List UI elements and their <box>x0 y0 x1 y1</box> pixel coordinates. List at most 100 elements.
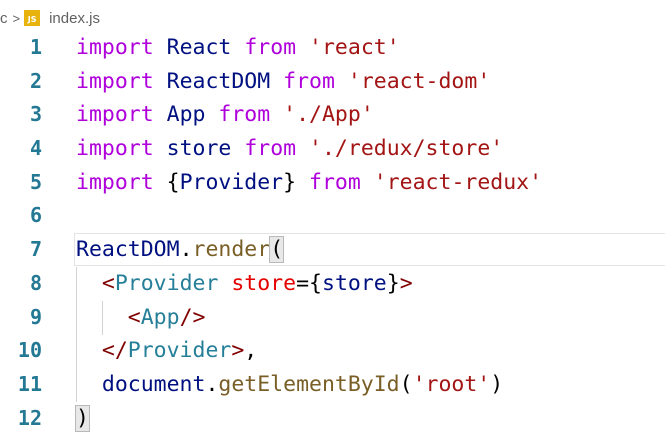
code-line[interactable]: 8 <Provider store={store}> <box>0 267 665 301</box>
code-token: store <box>322 270 387 296</box>
code-text: import {Provider} from 'react-redux' <box>76 166 542 200</box>
chevron-right-icon: > <box>12 10 21 26</box>
line-number: 10 <box>17 338 42 363</box>
code-text: <Provider store={store}> <box>76 267 413 301</box>
code-text: document.getElementById('root') <box>76 368 503 402</box>
code-token: import <box>76 102 154 128</box>
code-text: ReactDOM.render( <box>76 233 285 267</box>
line-number: 6 <box>29 203 42 228</box>
code-token: = <box>296 270 310 296</box>
code-line[interactable]: 9 <App/> <box>0 301 665 335</box>
line-number: 3 <box>29 102 42 127</box>
line-number: 2 <box>29 68 42 93</box>
code-token: . <box>179 237 193 263</box>
indent-guide <box>76 267 77 402</box>
line-number: 5 <box>29 169 42 194</box>
code-token: React <box>166 35 232 60</box>
code-token: 'react-dom' <box>347 68 491 94</box>
code-token: 'react-redux' <box>373 169 543 195</box>
code-token: > <box>231 338 245 364</box>
code-line[interactable]: 5 import {Provider} from 'react-redux' <box>0 166 665 200</box>
line-number: 8 <box>29 270 42 295</box>
code-text: import App from './App' <box>76 98 374 132</box>
matching-bracket: ) <box>75 404 90 432</box>
line-number: 4 <box>29 136 42 161</box>
code-line[interactable]: 11 document.getElementById('root') <box>0 368 665 402</box>
code-token: Provider <box>114 270 219 296</box>
code-line[interactable]: 2 import ReactDOM from 'react-dom' <box>0 65 665 99</box>
code-token: from <box>244 136 297 162</box>
line-number: 11 <box>17 371 42 396</box>
code-line[interactable]: 4 import store from './redux/store' <box>0 132 665 166</box>
code-token: < <box>101 270 115 296</box>
code-token: document <box>101 371 206 397</box>
code-token: './redux/store' <box>309 136 504 162</box>
code-token: ReactDOM <box>166 68 271 94</box>
code-token: App <box>166 102 206 128</box>
code-token: './App' <box>283 102 374 128</box>
code-token: from <box>309 169 361 195</box>
code-line[interactable]: 3 import App from './App' <box>0 98 665 132</box>
line-number: 1 <box>29 35 42 59</box>
code-token: } <box>283 169 297 195</box>
code-token: store <box>231 270 297 296</box>
code-token: render <box>192 237 271 263</box>
code-line[interactable]: 12) <box>0 402 665 436</box>
code-token: from <box>218 102 271 128</box>
code-token: ( <box>399 371 413 397</box>
line-number: 12 <box>17 405 42 430</box>
indent-guide <box>101 301 103 335</box>
code-line[interactable]: 6 <box>0 199 665 233</box>
code-token: from <box>244 35 297 60</box>
code-token: Provider <box>127 338 232 364</box>
code-line[interactable]: 7 ReactDOM.render( <box>0 233 665 267</box>
code-text: <App/> <box>76 301 206 335</box>
code-token: from <box>283 68 335 94</box>
line-number: 9 <box>29 304 42 329</box>
breadcrumb-parent-folder[interactable]: c <box>0 10 8 27</box>
code-token: import <box>76 169 154 195</box>
code-token: getElementById <box>218 371 400 397</box>
code-text: import React from 'react' <box>76 31 400 65</box>
code-token: import <box>76 68 154 94</box>
code-token: ReactDOM <box>76 237 180 263</box>
code-editor[interactable]: 1 import React from 'react' 2 import ReactD… <box>0 31 665 435</box>
breadcrumb-file-name[interactable]: index.js <box>49 10 100 27</box>
code-token: ) <box>490 371 504 397</box>
code-text: ) <box>75 402 90 436</box>
code-line[interactable]: 1 import React from 'react' <box>0 31 665 65</box>
javascript-file-icon: JS <box>24 10 41 26</box>
code-token: /> <box>179 304 206 330</box>
code-token: import <box>76 35 154 60</box>
code-token: 'root' <box>412 371 491 397</box>
code-text: import ReactDOM from 'react-dom' <box>76 65 490 99</box>
code-token: } <box>386 270 400 296</box>
line-number: 7 <box>29 237 42 262</box>
code-text: </Provider>, <box>76 334 257 368</box>
code-token: > <box>399 270 413 296</box>
code-line[interactable]: 10 </Provider>, <box>0 334 665 368</box>
code-token: 'react' <box>309 35 400 60</box>
code-token: , <box>244 338 258 364</box>
code-token: { <box>309 270 322 296</box>
matching-bracket: ( <box>269 236 285 264</box>
code-text: import store from './redux/store' <box>76 132 503 166</box>
